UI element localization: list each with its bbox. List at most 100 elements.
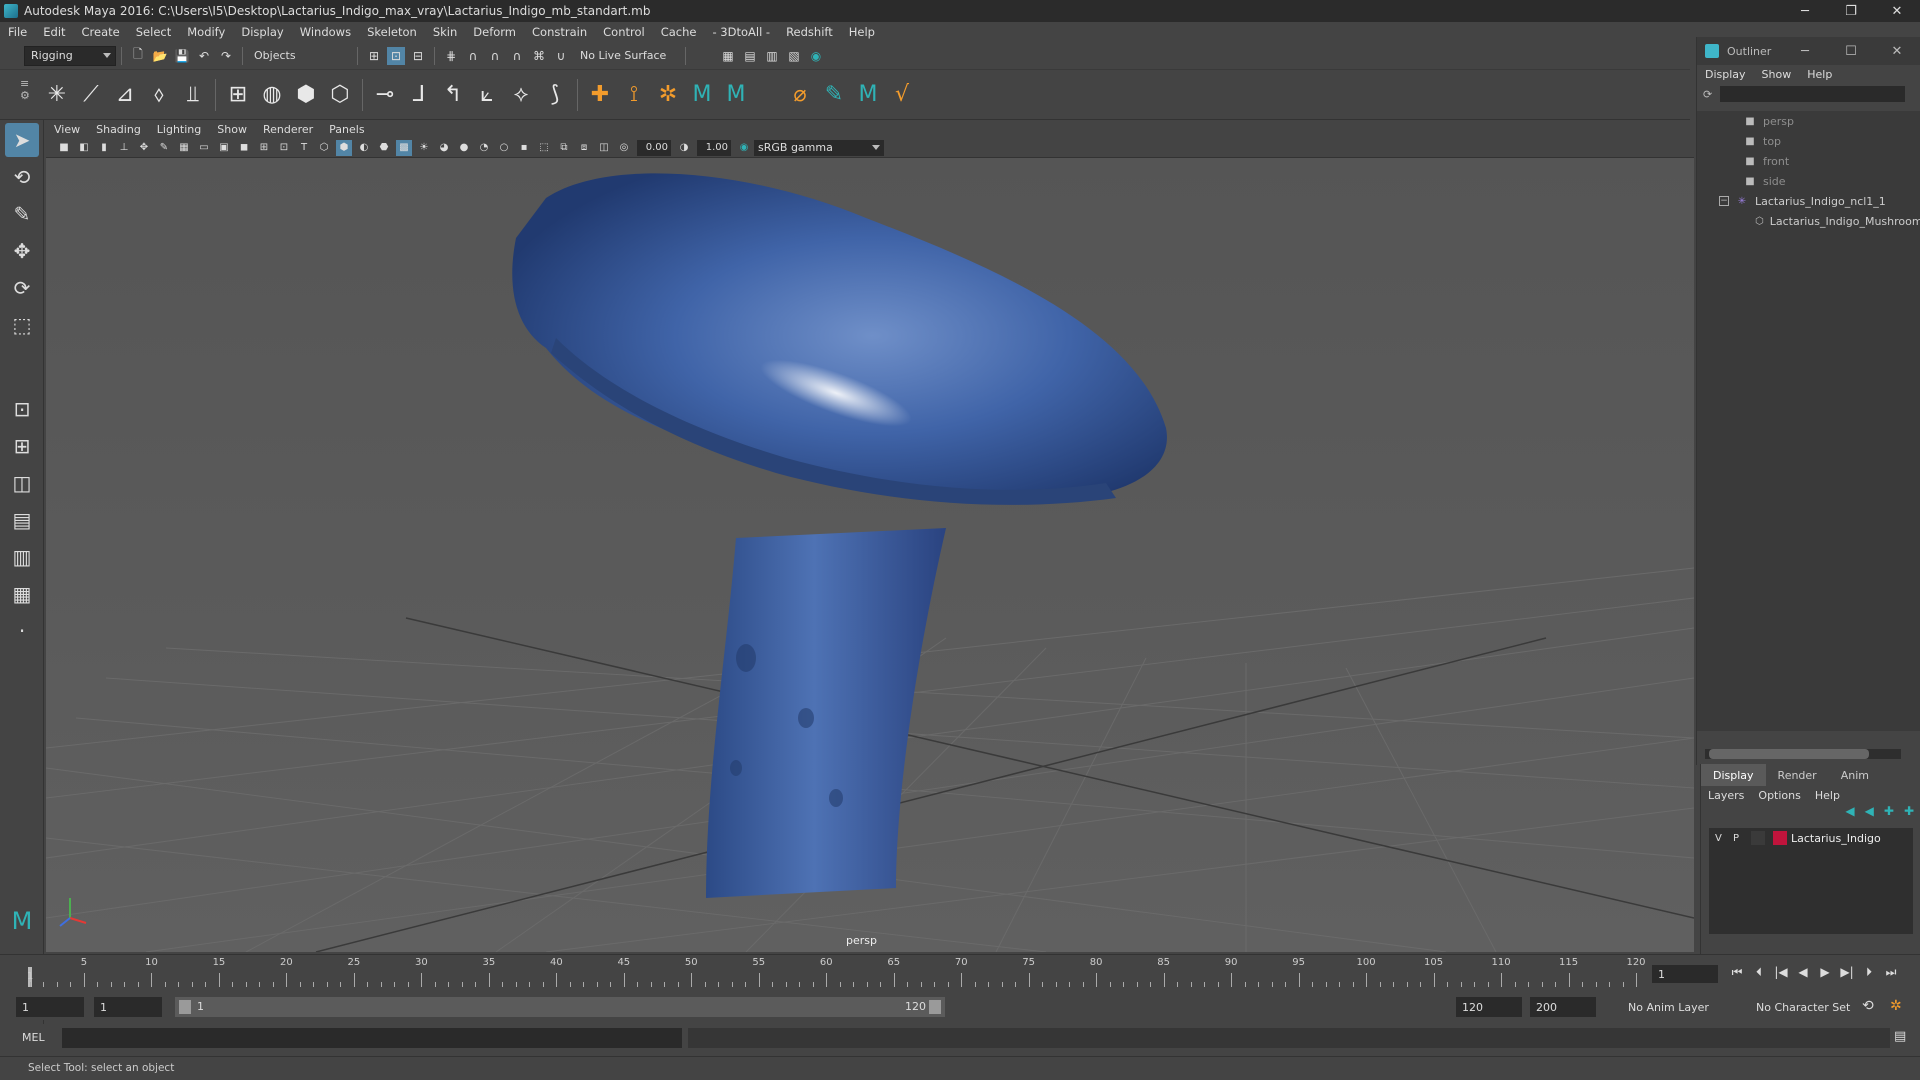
menu-skin[interactable]: Skin — [425, 25, 465, 39]
gamma-field[interactable]: 1.00 — [697, 139, 731, 156]
lattice-icon[interactable]: ⊞ — [223, 80, 253, 110]
menu-edit[interactable]: Edit — [35, 25, 73, 39]
mirror-joint-icon[interactable]: ⬨ — [144, 80, 174, 110]
menu-select[interactable]: Select — [128, 25, 179, 39]
step-back-frame-icon[interactable]: ⏴ — [1748, 965, 1770, 980]
graph-layout-icon[interactable]: ▥ — [5, 540, 39, 574]
default-material-icon[interactable]: ◐ — [356, 140, 372, 156]
render-view-icon[interactable]: ▦ — [719, 47, 737, 65]
create-joint-icon[interactable]: ✳ — [42, 80, 72, 110]
vp-menu-lighting[interactable]: Lighting — [149, 123, 209, 136]
refresh-icon[interactable]: ⟳ — [1703, 88, 1712, 101]
play-backwards-icon[interactable]: ◀ — [1792, 965, 1814, 980]
tab-render[interactable]: Render — [1766, 764, 1829, 786]
brush-icon[interactable]: ✎ — [819, 80, 849, 110]
orient-constraint-icon[interactable]: ⟀ — [472, 80, 502, 110]
range-end-handle[interactable] — [929, 1000, 941, 1014]
outliner-item[interactable]: ■ persp — [1697, 111, 1920, 131]
menu-cache[interactable]: Cache — [653, 25, 705, 39]
playback-start-field[interactable]: 1 — [94, 997, 162, 1017]
menu-display[interactable]: Display — [233, 25, 291, 39]
more-layouts-icon[interactable]: · — [5, 614, 39, 648]
snap-grid-icon[interactable]: ⋕ — [442, 47, 460, 65]
maya-logo-tool-icon[interactable]: M — [687, 80, 717, 110]
isolate-select-icon[interactable]: ⬚ — [536, 140, 552, 156]
gate-mask-icon[interactable]: ◼ — [236, 140, 252, 156]
select-tool-icon[interactable]: ➤ — [5, 123, 39, 157]
safe-action-icon[interactable]: ⊡ — [276, 140, 292, 156]
current-frame-field[interactable]: 1 — [1652, 965, 1718, 983]
layer-row[interactable]: V P Lactarius_Indigo — [1709, 828, 1913, 848]
outliner-item[interactable]: ■ side — [1697, 171, 1920, 191]
use-all-lights-icon[interactable]: ☀ — [416, 140, 432, 156]
outliner-close-button[interactable]: ✕ — [1874, 37, 1920, 65]
menu-redshift[interactable]: Redshift — [778, 25, 841, 39]
2d-pan-icon[interactable]: ✥ — [136, 140, 152, 156]
outliner-search-input[interactable] — [1720, 86, 1906, 102]
command-input[interactable] — [62, 1028, 682, 1048]
scale-tool-icon[interactable]: ⬚ — [5, 308, 39, 342]
minimize-button[interactable]: ─ — [1782, 0, 1828, 22]
tab-anim[interactable]: Anim — [1829, 764, 1881, 786]
maya-logo-tool-3-icon[interactable]: M — [853, 80, 883, 110]
outliner-item[interactable]: ⬡ Lactarius_Indigo_Mushroom — [1697, 211, 1920, 231]
start-time-field[interactable]: 1 — [16, 997, 84, 1017]
select-by-hierarchy-icon[interactable]: ⊞ — [365, 47, 383, 65]
timeline-ruler[interactable]: 1 5 10 15 20 25 30 35 40 45 50 55 60 65 70 75 80 85 90 95 10… — [27, 957, 1646, 987]
scrollbar-thumb[interactable] — [1709, 749, 1869, 759]
two-view-layout-icon[interactable]: ◫ — [5, 466, 39, 500]
film-gate-icon[interactable]: ▭ — [196, 140, 212, 156]
visibility-toggle[interactable]: V — [1715, 833, 1733, 844]
locator-icon[interactable]: ✚ — [585, 80, 615, 110]
snap-magnet-icon[interactable]: ∪ — [552, 47, 570, 65]
anim-layer-dropdown[interactable]: No Anim Layer — [1622, 997, 1740, 1017]
exposure-field[interactable]: 0.00 — [637, 139, 671, 156]
outliner-menu-help[interactable]: Help — [1799, 68, 1840, 81]
hypershade-layout-icon[interactable]: ▦ — [5, 577, 39, 611]
script-editor-icon[interactable]: ▤ — [1894, 1029, 1912, 1047]
cluster-icon[interactable]: ◍ — [257, 80, 287, 110]
grease-pencil-icon[interactable]: ✎ — [156, 140, 172, 156]
bind-skin-icon[interactable]: ⊸ — [370, 80, 400, 110]
save-scene-icon[interactable]: 💾 — [173, 47, 191, 65]
undo-icon[interactable]: ↶ — [195, 47, 213, 65]
snap-view-icon[interactable]: ∩ — [508, 47, 526, 65]
play-forwards-icon[interactable]: ▶ — [1814, 965, 1836, 980]
menu-windows[interactable]: Windows — [292, 25, 359, 39]
step-forward-frame-icon[interactable]: ⏵ — [1858, 965, 1880, 980]
vp-menu-view[interactable]: View — [46, 123, 88, 136]
shadows-icon[interactable]: ◕ — [436, 140, 452, 156]
outliner-layout-icon[interactable]: ▤ — [5, 503, 39, 537]
xray-icon[interactable]: ⧉ — [556, 140, 572, 156]
new-scene-icon[interactable]: 🗋 — [129, 47, 147, 65]
animation-prefs-icon[interactable]: ✲ — [1890, 998, 1902, 1014]
outliner-horizontal-scrollbar[interactable] — [1705, 749, 1901, 759]
step-forward-key-icon[interactable]: ▶| — [1836, 965, 1858, 980]
live-surface-label[interactable]: No Live Surface — [580, 49, 680, 62]
camera-attr-icon[interactable]: ◧ — [76, 140, 92, 156]
textured-icon[interactable]: ▩ — [396, 139, 412, 156]
menu-set-dropdown[interactable]: Rigging — [24, 45, 116, 66]
go-to-end-icon[interactable]: ⏭ — [1880, 965, 1902, 980]
new-layer-selected-icon[interactable]: ✚ — [1904, 804, 1914, 826]
single-view-layout-icon[interactable]: ⊡ — [5, 392, 39, 426]
open-scene-icon[interactable]: 📂 — [151, 47, 169, 65]
rotate-tool-icon[interactable]: ⟳ — [5, 271, 39, 305]
step-back-key-icon[interactable]: |◀ — [1770, 965, 1792, 980]
outliner-maximize-button[interactable]: ☐ — [1828, 37, 1874, 65]
menu-deform[interactable]: Deform — [465, 25, 524, 39]
check-icon[interactable]: √ — [887, 80, 917, 110]
end-time-field[interactable]: 200 — [1530, 997, 1596, 1017]
wireframe-on-shaded-icon[interactable]: ⬣ — [376, 140, 392, 156]
display-type-toggle[interactable] — [1751, 831, 1765, 845]
resolution-gate-icon[interactable]: ▣ — [216, 140, 232, 156]
outliner-item[interactable]: ■ front — [1697, 151, 1920, 171]
tab-display[interactable]: Display — [1701, 764, 1766, 786]
playback-toggle[interactable]: P — [1733, 833, 1751, 844]
layer-menu-help[interactable]: Help — [1808, 789, 1847, 802]
snap-curve-icon[interactable]: ∩ — [464, 47, 482, 65]
vp-menu-renderer[interactable]: Renderer — [255, 123, 321, 136]
color-management-icon[interactable]: ◉ — [736, 140, 752, 156]
menu-help[interactable]: Help — [841, 25, 883, 39]
orient-joint-icon[interactable]: ⫫ — [178, 80, 208, 110]
